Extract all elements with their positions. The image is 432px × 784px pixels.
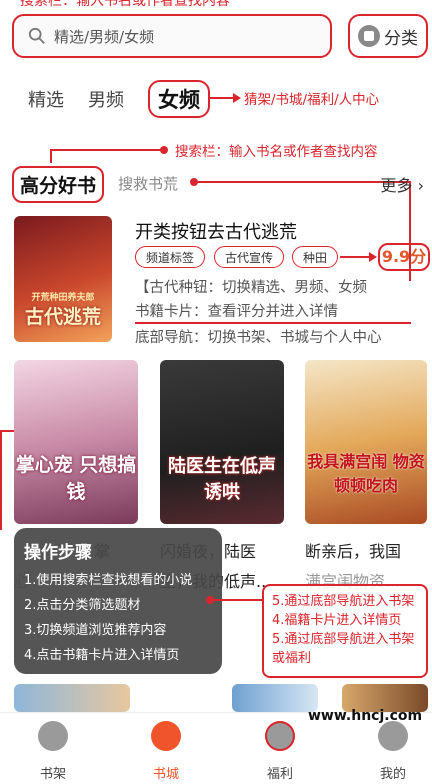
tab-female[interactable]: 女频 [148,80,210,118]
profile-icon [378,721,408,751]
book-cover-3-text: 我具满宫闱 物资顿顿吃肉 [307,452,425,495]
nav-welfare[interactable]: 福利 [240,721,320,782]
next-row-cover-2[interactable] [232,684,318,712]
nav-bookshelf[interactable]: 书架 [13,721,93,782]
featured-desc-2: 书籍卡片：查看评分并进入详情 [135,304,338,320]
featured-desc-1: 【古代种钮：切换精选、男频、女频 [135,280,367,296]
cover-title-text: 古代逃荒 [24,306,101,328]
step-3: 3.切换频道浏览推荐内容 [24,623,167,638]
book-cover-1[interactable]: 掌心宠 只想搞钱 [14,360,138,524]
nav-bookstore-label: 书城 [152,767,179,782]
subtitle-line [194,181,410,183]
top-annotation: 搜索栏：输入书名或作者查找内容 [20,0,230,9]
nav-bookshelf-label: 书架 [39,767,66,782]
rating-badge: 9.9分 [378,243,430,271]
nav-mine-label: 我的 [379,767,406,782]
step-2: 2.点击分类筛选题材 [24,598,141,613]
right-note-2: 4.福籍卡片进入详情页 [272,613,402,628]
book-name-3[interactable]: 断亲后，我国 [305,538,401,562]
steps-heading: 操作步骤 [24,543,92,563]
step-1: 1.使用搜索栏查找想看的小说 [24,573,193,588]
search-icon [28,27,45,44]
desc-underline [135,322,411,324]
nav-mine[interactable]: 我的 [353,721,432,782]
search-bar[interactable]: 精选/男频/女频 [12,14,332,58]
book-cover-2[interactable]: 陆医生在低声诱哄 [160,360,284,524]
search-placeholder: 精选/男频/女频 [54,27,155,46]
nav-welfare-label: 福利 [266,767,293,782]
section-subtitle: 搜救书荒 [118,175,179,193]
right-annotation-box: 5.通过底部导航进入书架 4.福籍卡片进入详情页 5.通过底部导航进入书架或福利 [262,584,428,678]
tag-farming[interactable]: 种田 [292,246,339,268]
channel-tabs: 精选 男频 女频 [28,80,210,118]
left-bracket-top [0,430,14,432]
category-label: 分类 [384,28,418,49]
bookstore-icon [151,721,181,751]
search-annotation-drop [50,149,52,163]
search-annotation: 搜索栏：输入书名或作者查找内容 [175,144,378,160]
welfare-icon [265,721,295,751]
tab-arrow-head [233,93,241,103]
tab-arrow-line [208,97,234,99]
tag-ancient[interactable]: 古代宣传 [214,246,285,268]
right-note-1: 5.通过底部导航进入书架 [272,594,415,609]
book-cover-2-text: 陆医生在低声诱哄 [168,456,276,503]
book-cover-3[interactable]: 我具满宫闱 物资顿顿吃肉 [305,360,427,524]
bookshelf-icon [38,721,68,751]
tab-annotation: 猜架/书城/福利/人中心 [244,92,380,108]
rating-arrow-line [340,256,370,258]
operation-steps-panel: 操作步骤 1.使用搜索栏查找想看的小说 2.点击分类筛选题材 3.切换频道浏览推… [14,528,222,674]
tab-male[interactable]: 男频 [88,86,124,112]
featured-desc-3: 底部导航：切换书架、书城与个人中心 [135,330,382,346]
nav-bookstore[interactable]: 书城 [126,721,206,782]
step-4: 4.点击书籍卡片进入详情页 [24,648,180,663]
left-bracket-side [0,430,2,530]
book-cover-1-text: 掌心宠 只想搞钱 [15,454,137,503]
next-row-cover-1[interactable] [14,684,130,712]
featured-book-cover[interactable]: 开荒种田养夫郎 古代逃荒 [14,216,112,342]
featured-book-title[interactable]: 开类按钮去古代逃荒 [135,218,297,244]
tag-channel[interactable]: 频道标签 [135,246,206,268]
steps-connector [212,599,262,601]
right-note-3: 5.通过底部导航进入书架或福利 [272,632,415,666]
section-title: 高分好书 [12,166,105,203]
tab-featured[interactable]: 精选 [28,86,64,112]
more-link[interactable]: 更多 › [381,172,425,196]
rating-arrow-head [369,252,377,262]
watermark: www.hncj.com [308,708,423,724]
category-button[interactable]: 分类 [348,14,428,58]
search-annotation-line [50,149,162,151]
category-icon [358,25,380,47]
